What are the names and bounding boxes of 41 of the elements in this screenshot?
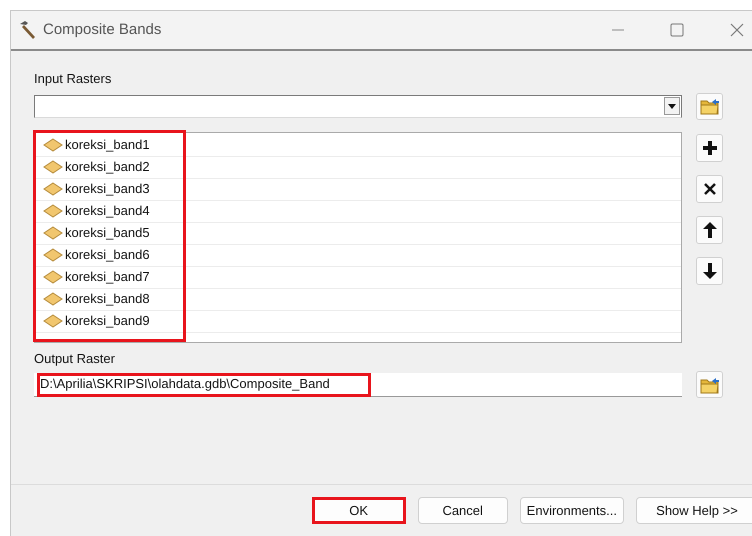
dialog-button[interactable]: OK: [312, 497, 406, 524]
raster-list-item[interactable]: koreksi_band4: [35, 200, 681, 222]
remove-button[interactable]: [696, 174, 723, 202]
raster-list-item[interactable]: koreksi_band2: [35, 156, 681, 178]
open-folder-button[interactable]: [696, 92, 723, 120]
window-title: Composite Bands: [43, 20, 162, 40]
raster-layer-icon: [43, 314, 63, 328]
raster-layer-icon: [43, 248, 63, 262]
add-button[interactable]: [696, 134, 723, 162]
maximize-icon[interactable]: [670, 23, 684, 37]
raster-layer-icon: [43, 160, 63, 174]
move-up-button[interactable]: [696, 216, 723, 244]
raster-list-item[interactable]: koreksi_band7: [35, 266, 681, 288]
close-icon: [704, 182, 716, 194]
raster-list-item[interactable]: koreksi_band3: [35, 178, 681, 200]
raster-list-item[interactable]: koreksi_band8: [35, 288, 681, 310]
raster-layer-icon: [43, 138, 63, 152]
raster-list-item[interactable]: koreksi_band5: [35, 222, 681, 244]
dialog-button[interactable]: Cancel: [418, 497, 508, 524]
field-label: Output Raster: [34, 350, 115, 368]
raster-list-item[interactable]: koreksi_band9: [35, 310, 681, 332]
folder-icon: [700, 97, 720, 115]
arrow-up-icon: [702, 222, 716, 238]
raster-layer-icon: [43, 204, 63, 218]
folder-icon: [700, 376, 720, 394]
dialog-button[interactable]: Show Help >>: [636, 497, 752, 524]
raster-list-item[interactable]: koreksi_band6: [35, 244, 681, 266]
raster-layer-icon: [43, 182, 63, 196]
close-icon[interactable]: [730, 23, 744, 37]
arrow-down-icon: [702, 262, 716, 278]
open-folder-button[interactable]: [696, 371, 723, 398]
output-raster-field[interactable]: D:\Aprilia\SKRIPSI\olahdata.gdb\Composite_Band: [34, 372, 682, 396]
raster-layer-icon: [43, 226, 63, 240]
move-down-button[interactable]: [696, 256, 723, 284]
field-label: Input Rasters: [34, 70, 112, 88]
plus-icon: [702, 140, 718, 156]
dialog-button[interactable]: Environments...: [520, 497, 624, 524]
raster-layer-icon: [43, 292, 63, 306]
raster-layer-icon: [43, 270, 63, 284]
raster-list-item[interactable]: koreksi_band1: [35, 134, 681, 156]
input-rasters-dropdown[interactable]: [34, 94, 682, 118]
